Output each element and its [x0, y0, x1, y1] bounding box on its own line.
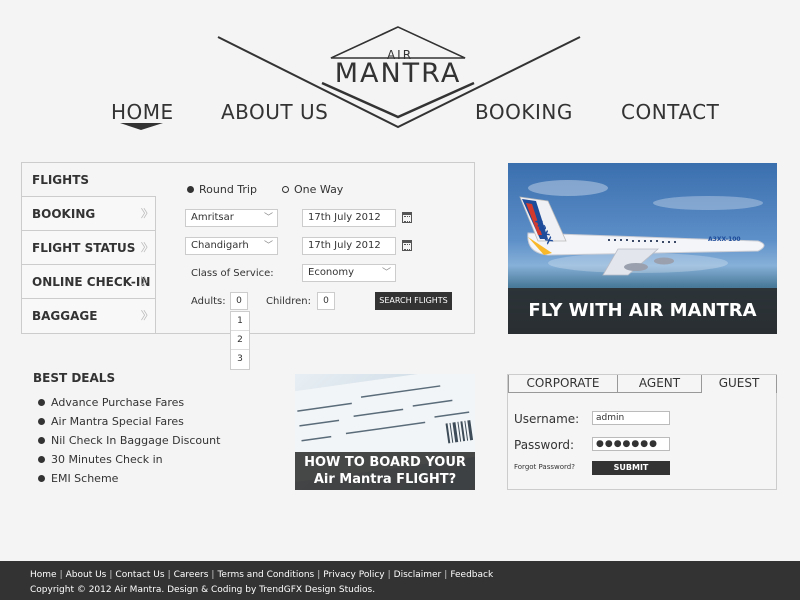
return-date-field[interactable]: 17th July 2012 [302, 237, 396, 255]
adults-label: Adults: [191, 296, 226, 307]
password-label: Password: [514, 438, 575, 452]
fly-with-air-mantra-banner[interactable]: A3XX A3XX-100 FLY WITH AIR MANTRA [508, 163, 777, 334]
select-value: Amritsar [191, 212, 234, 223]
username-field[interactable]: admin [592, 411, 670, 425]
deal-item[interactable]: 30 Minutes Check in [38, 451, 220, 470]
select-value: Chandigarh [191, 240, 249, 251]
header: AIR MANTRA HOME ABOUT US BOOKING CONTACT [0, 0, 800, 140]
plane-body-text: A3XX-100 [708, 236, 741, 243]
date-value: 17th July 2012 [308, 212, 381, 223]
calendar-icon[interactable] [402, 240, 412, 251]
tab-flight-status[interactable]: FLIGHT STATUS 〉〉 [22, 231, 156, 265]
submit-button[interactable]: SUBMIT [592, 461, 670, 475]
chevron-right-icon: 〉〉 [140, 207, 154, 220]
tab-label: BAGGAGE [32, 309, 98, 323]
nav-contact[interactable]: CONTACT [621, 100, 719, 124]
footer-link-privacy[interactable]: Privacy Policy [323, 570, 384, 580]
from-city-select[interactable]: Amritsar ﹀ [185, 209, 278, 227]
radio-round-trip[interactable]: Round Trip [187, 183, 257, 196]
best-deals-title: BEST DEALS [33, 371, 116, 385]
chevron-right-icon: 〉〉 [140, 309, 154, 322]
tab-label: FLIGHT STATUS [32, 241, 136, 255]
footer-links: Home | About Us | Contact Us | Careers | Terms a… [30, 570, 494, 580]
adults-dropdown-list: 1 2 3 [230, 311, 250, 370]
banner-caption: HOW TO BOARD YOUR Air Mantra FLIGHT? [295, 452, 475, 490]
radio-unchecked-icon [282, 185, 289, 193]
footer-link-terms[interactable]: Terms and Conditions [217, 570, 314, 580]
chevron-down-icon: ﹀ [263, 213, 273, 223]
tab-flights[interactable]: FLIGHTS [22, 163, 156, 197]
tab-agent[interactable]: AGENT [617, 375, 702, 393]
caption-line: Air Mantra FLIGHT? [313, 472, 457, 487]
username-label: Username: [514, 412, 580, 426]
tab-baggage[interactable]: BAGGAGE 〉〉 [22, 299, 156, 333]
deal-item[interactable]: Nil Check In Baggage Discount [38, 432, 220, 451]
deal-item[interactable]: Advance Purchase Fares [38, 394, 220, 413]
tab-label: BOOKING [32, 207, 96, 221]
children-label: Children: [266, 296, 311, 307]
copyright-text: Copyright © 2012 Air Mantra. Design & Co… [30, 585, 376, 595]
chevron-down-icon: ﹀ [263, 241, 273, 251]
tab-online-check-in[interactable]: ONLINE CHECK-IN 〉〉 [22, 265, 156, 299]
to-city-select[interactable]: Chandigarh ﹀ [185, 237, 278, 255]
search-flights-button[interactable]: SEARCH FLIGHTS [375, 292, 452, 310]
forgot-password-link[interactable]: Forgot Password? [514, 463, 575, 471]
footer-link-home[interactable]: Home [30, 570, 57, 580]
chevron-down-icon: ﹀ [381, 268, 391, 278]
tab-label: ONLINE CHECK-IN [32, 275, 151, 289]
footer-link-careers[interactable]: Careers [174, 570, 209, 580]
adults-select[interactable]: 0 [230, 292, 248, 310]
nav-booking[interactable]: BOOKING [475, 100, 573, 124]
radio-checked-icon [187, 185, 194, 193]
footer-link-about-us[interactable]: About Us [66, 570, 107, 580]
tab-corporate[interactable]: CORPORATE [508, 375, 618, 393]
footer: Home | About Us | Contact Us | Careers | Terms a… [0, 561, 800, 600]
deal-item[interactable]: EMI Scheme [38, 470, 220, 489]
chevron-right-icon: 〉〉 [140, 241, 154, 254]
radio-label: One Way [294, 183, 344, 196]
class-of-service-label: Class of Service: [191, 268, 274, 279]
footer-link-disclaimer[interactable]: Disclaimer [394, 570, 442, 580]
banner-caption: FLY WITH AIR MANTRA [508, 288, 777, 334]
radio-one-way[interactable]: One Way [282, 183, 343, 196]
nav-about-us[interactable]: ABOUT US [221, 100, 328, 124]
dropdown-option[interactable]: 1 [231, 312, 249, 331]
children-select[interactable]: 0 [317, 292, 335, 310]
chevron-right-icon: 〉〉 [140, 275, 154, 288]
date-value: 17th July 2012 [308, 240, 381, 251]
select-value: Economy [308, 267, 355, 278]
password-field[interactable]: ●●●●●●● [592, 437, 670, 451]
logo-mantra-text[interactable]: MANTRA [318, 58, 478, 89]
tab-booking[interactable]: BOOKING 〉〉 [22, 197, 156, 231]
deal-item[interactable]: Air Mantra Special Fares [38, 413, 220, 432]
tab-label: FLIGHTS [32, 173, 90, 187]
depart-date-field[interactable]: 17th July 2012 [302, 209, 396, 227]
calendar-icon[interactable] [402, 212, 412, 223]
tab-guest[interactable]: GUEST [701, 375, 777, 393]
class-of-service-select[interactable]: Economy ﹀ [302, 264, 396, 282]
radio-label: Round Trip [199, 183, 257, 196]
dropdown-option[interactable]: 3 [231, 350, 249, 369]
nav-home[interactable]: HOME [111, 100, 174, 124]
dropdown-option[interactable]: 2 [231, 331, 249, 350]
caption-line: HOW TO BOARD YOUR [304, 455, 466, 470]
how-to-board-banner[interactable]: HOW TO BOARD YOUR Air Mantra FLIGHT? [295, 374, 475, 490]
deals-list: Advance Purchase Fares Air Mantra Specia… [38, 394, 220, 489]
footer-link-contact-us[interactable]: Contact Us [115, 570, 164, 580]
footer-link-feedback[interactable]: Feedback [450, 570, 493, 580]
